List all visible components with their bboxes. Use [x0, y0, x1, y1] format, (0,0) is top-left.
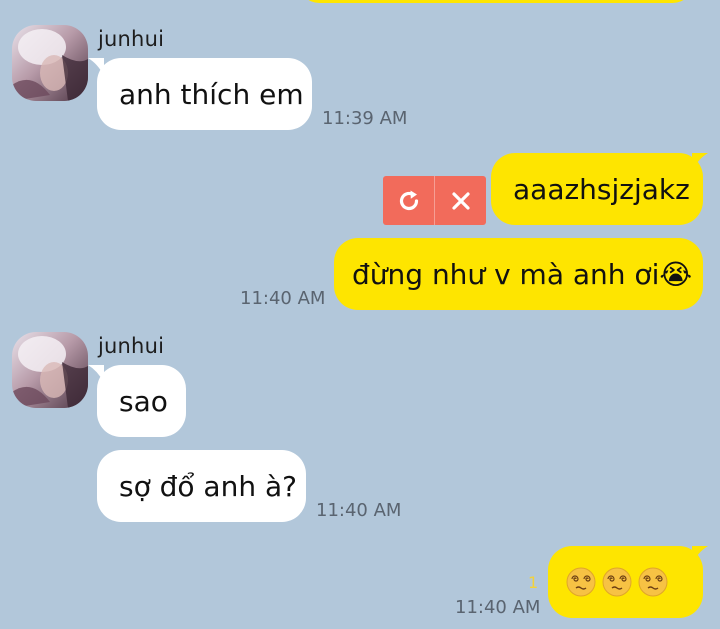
avatar[interactable]: [12, 332, 88, 408]
message-text: đừng như v mà anh ơi😭: [352, 257, 693, 291]
message-text: sợ đổ anh à?: [119, 469, 297, 503]
retry-icon: [399, 190, 418, 210]
previous-message-bubble[interactable]: [298, 0, 694, 3]
message-bubble[interactable]: sợ đổ anh à?: [97, 450, 306, 522]
message-time: 11:39 AM: [322, 108, 408, 129]
avatar[interactable]: [12, 25, 88, 101]
message-bubble[interactable]: aaazhsjzjakz: [491, 153, 703, 225]
retry-button[interactable]: [383, 176, 435, 225]
dizzy-face-icon: [566, 567, 596, 597]
message-text: aaazhsjzjakz: [513, 172, 690, 206]
delete-button[interactable]: [435, 176, 486, 225]
failed-message-actions: [383, 176, 486, 225]
unread-count: 1: [528, 573, 539, 592]
message-time: 11:40 AM: [455, 597, 541, 618]
message-time: 11:40 AM: [240, 288, 326, 309]
sender-name: junhui: [98, 27, 165, 51]
bubble-tail: [692, 153, 708, 171]
message-text: sao: [119, 384, 168, 418]
message-bubble[interactable]: anh thích em: [97, 58, 312, 130]
message-time: 11:40 AM: [316, 500, 402, 521]
message-bubble[interactable]: đừng như v mà anh ơi😭: [334, 238, 703, 310]
bubble-tail: [692, 546, 708, 564]
message-text: anh thích em: [119, 77, 304, 111]
dizzy-face-icon: [602, 567, 632, 597]
message-bubble[interactable]: 😵‍💫😵‍💫😵‍💫: [548, 546, 703, 618]
dizzy-face-icon: [638, 567, 668, 597]
sender-name: junhui: [98, 334, 165, 358]
close-icon: [451, 191, 470, 210]
message-bubble[interactable]: sao: [97, 365, 186, 437]
